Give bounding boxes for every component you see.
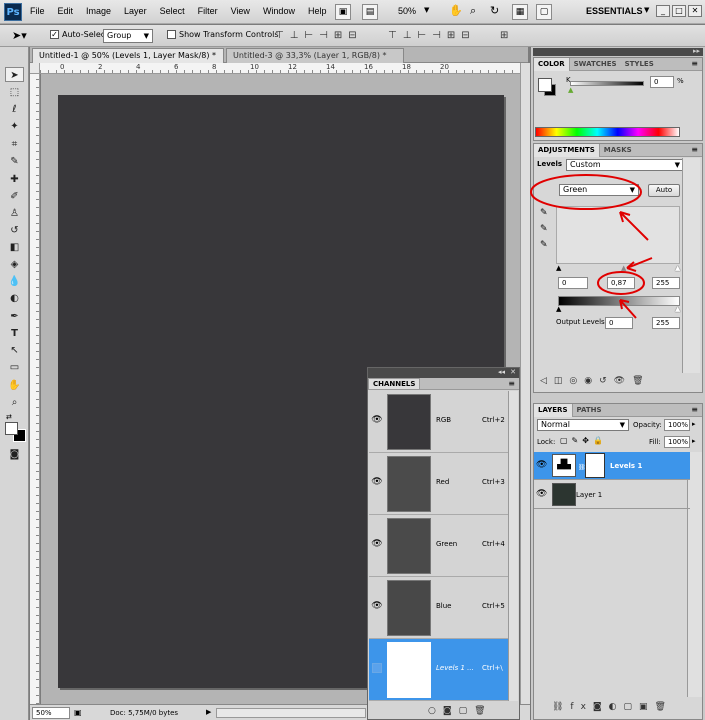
- annotation-arrow-1: [619, 211, 649, 241]
- annotation-overlay: [530, 174, 653, 319]
- annotation-circle-channel: [530, 174, 642, 210]
- annotation-arrow-2: [626, 257, 653, 272]
- annotation-arrow-3: [619, 299, 637, 319]
- annotation-circle-gamma: [597, 271, 645, 295]
